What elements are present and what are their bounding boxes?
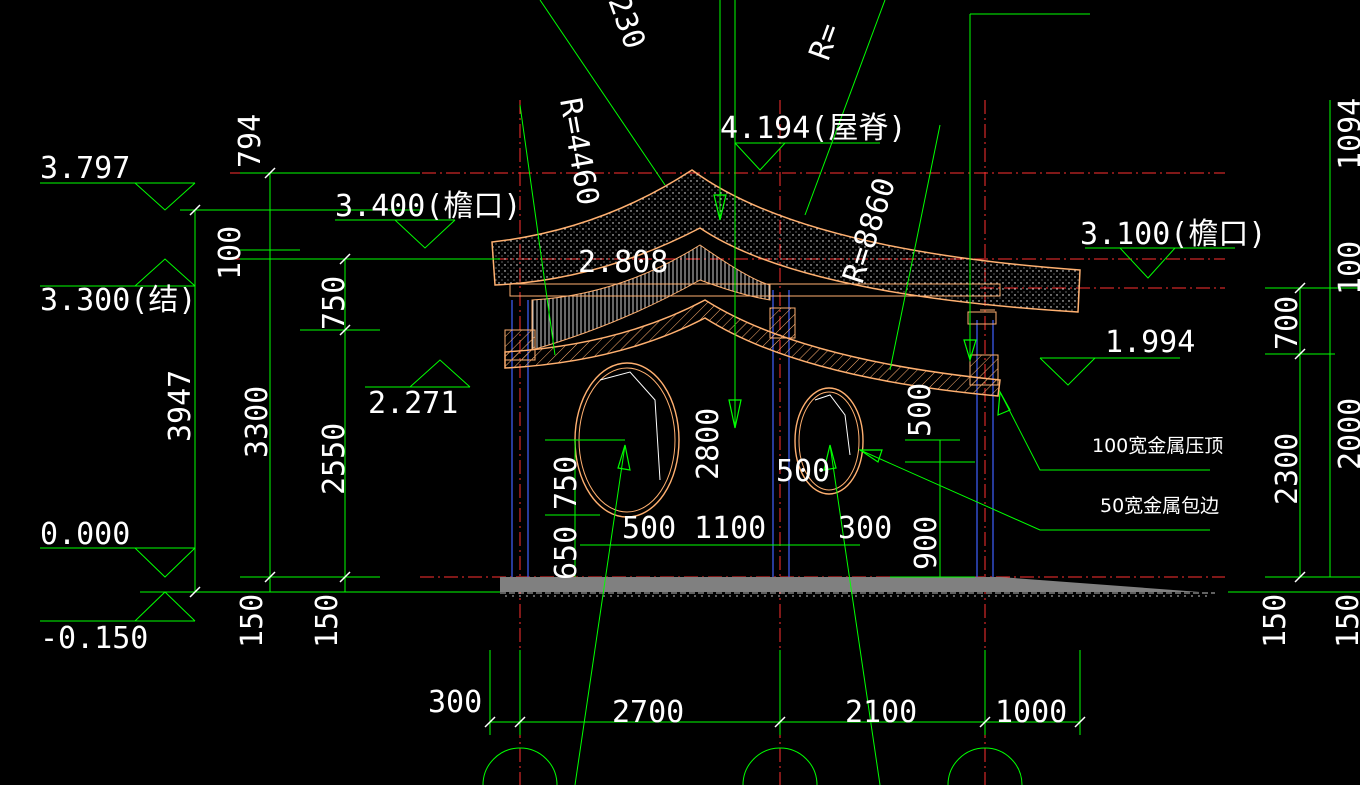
dim-100-left: 100 — [213, 226, 248, 280]
dim-150-left-b: 150 — [310, 594, 345, 648]
dim-2000: 2000 — [1333, 398, 1360, 470]
dim-100-right: 100 — [1333, 241, 1360, 295]
dimension-labels: 794 100 750 3947 3300 2550 150 150 750 6… — [163, 0, 1360, 730]
elev-3100-eave: 3.100(檐口) — [1080, 217, 1266, 252]
elev-4194-ridge: 4.194(屋脊) — [720, 111, 906, 146]
dim-150-right-a: 150 — [1258, 594, 1293, 648]
dim-1100: 1100 — [694, 511, 766, 546]
elev-2271: 2.271 — [368, 386, 458, 421]
elev-2808: 2.808 — [578, 245, 668, 280]
elev-3797: 3.797 — [40, 151, 130, 186]
dim-1094: 1094 — [1333, 98, 1360, 170]
dim-2100: 2100 — [845, 695, 917, 730]
dim-500-window-c: 500 — [903, 383, 938, 437]
dim-300-bottom: 300 — [428, 685, 482, 720]
dim-2300: 2300 — [1270, 433, 1305, 505]
ground — [500, 577, 1215, 597]
cad-elevation-drawing: 3.797 3.400(檐口) 3.300(结) 2.271 0.000 -0.… — [40, 0, 1360, 785]
dim-500-window-b: 500 — [776, 454, 830, 489]
dim-2800: 2800 — [691, 408, 726, 480]
dim-300-window: 300 — [838, 511, 892, 546]
radius-top: R= — [803, 19, 848, 65]
elev-0000: 0.000 — [40, 517, 130, 552]
radius-4460: R=4460 — [552, 95, 605, 208]
elev-3400-eave: 3.400(檐口) — [335, 189, 521, 224]
dim-150-left-a: 150 — [235, 594, 270, 648]
dim-650-window: 650 — [549, 526, 584, 580]
radius-230: 230 — [600, 0, 651, 54]
dim-750-left: 750 — [317, 276, 352, 330]
dim-2550: 2550 — [317, 423, 352, 495]
dim-1000: 1000 — [995, 695, 1067, 730]
note-metal-edge: 50宽金属包边 — [1100, 495, 1219, 517]
dim-700: 700 — [1270, 296, 1305, 350]
note-metal-cap: 100宽金属压顶 — [1092, 435, 1223, 457]
elev-1994: 1.994 — [1105, 325, 1195, 360]
elev-3300-struct: 3.300(结) — [40, 283, 196, 318]
dim-900: 900 — [909, 516, 944, 570]
dim-2700: 2700 — [612, 695, 684, 730]
elev-minus-150: -0.150 — [40, 621, 148, 656]
dim-794: 794 — [233, 114, 268, 168]
dim-750-window: 750 — [549, 456, 584, 510]
dim-3300: 3300 — [240, 386, 275, 458]
annotation-notes: 100宽金属压顶 50宽金属包边 — [1092, 435, 1223, 517]
dim-500-window-a: 500 — [622, 511, 676, 546]
dim-150-right-b: 150 — [1331, 594, 1360, 648]
dim-3947: 3947 — [163, 370, 198, 442]
